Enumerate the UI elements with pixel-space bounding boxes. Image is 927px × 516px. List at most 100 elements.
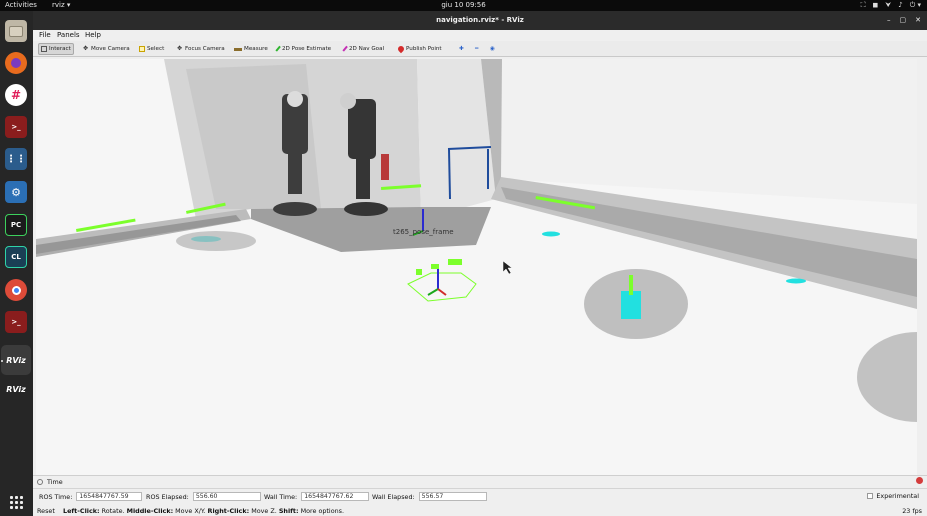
hint-left-key: Left-Click:: [63, 507, 100, 515]
hint-mid-key: Middle-Click:: [126, 507, 174, 515]
minimize-icon[interactable]: –: [887, 11, 891, 30]
tool-2d-pose-estimate[interactable]: 2D Pose Estimate: [275, 43, 333, 55]
costmap-core: [621, 291, 641, 319]
network-tool-icon[interactable]: ⋮⋮: [5, 148, 27, 170]
ros-time-field[interactable]: 1654847767.59: [76, 492, 143, 501]
wall-elapsed-label: Wall Elapsed:: [372, 492, 415, 501]
ros-time-group: ROS Time: 1654847767.59: [39, 492, 143, 501]
gnome-top-bar: Activities rviz ▾ giu 10 09:56 ⛶ ◼ ⮟ ♪ ⏻…: [0, 0, 927, 11]
tool-2d-nav-goal[interactable]: 2D Nav Goal: [342, 43, 386, 55]
tool-2d-pose-estimate-label: 2D Pose Estimate: [282, 46, 332, 52]
ros-elapsed-group: ROS Elapsed: 556.60: [146, 492, 261, 501]
fps-counter: 23 fps: [902, 507, 922, 515]
tool-measure-label: Measure: [244, 46, 268, 52]
hint-right-key: Right-Click:: [207, 507, 250, 515]
laser-point: [629, 275, 633, 295]
terminal-icon[interactable]: >_: [5, 116, 27, 138]
terminal-2-icon[interactable]: >_: [5, 311, 27, 333]
tool-move-camera-label: Move Camera: [91, 46, 130, 52]
hint-left-text: Rotate.: [99, 507, 127, 515]
tool-publish-point[interactable]: Publish Point: [396, 43, 444, 55]
menu-help[interactable]: Help: [85, 30, 101, 41]
running-indicator: [1, 360, 3, 362]
render-3d-view[interactable]: t265_pose_frame: [36, 59, 917, 475]
ros-elapsed-field[interactable]: 556.60: [192, 492, 261, 501]
rviz-2-icon[interactable]: RViz: [5, 378, 27, 400]
show-applications-icon[interactable]: [5, 491, 27, 513]
scene-canvas: [36, 59, 917, 475]
close-icon[interactable]: ✕: [915, 11, 921, 30]
reset-button[interactable]: Reset: [37, 506, 55, 516]
time-panel-title: Time: [47, 478, 63, 486]
firefox-icon[interactable]: [5, 52, 27, 74]
wall-elapsed-field[interactable]: 556.57: [418, 492, 487, 501]
ros-time-label: ROS Time:: [39, 492, 73, 501]
select-icon: [139, 46, 145, 52]
tool-measure[interactable]: Measure: [232, 43, 270, 55]
tool-move-camera[interactable]: ✥ Move Camera: [81, 43, 132, 55]
mouse-hint: Left-Click: Rotate. Middle-Click: Move X…: [63, 506, 344, 516]
menu-panels[interactable]: Panels: [57, 30, 80, 41]
volume-icon[interactable]: ♪: [898, 0, 902, 11]
tool-select[interactable]: Select: [137, 43, 166, 55]
tool-select-label: Select: [147, 46, 165, 52]
hint-shift-text: More options.: [298, 507, 345, 515]
tool-2d-nav-goal-label: 2D Nav Goal: [349, 46, 385, 52]
tool-focus-camera-label: Focus Camera: [185, 46, 225, 52]
maximize-icon[interactable]: ▢: [900, 11, 907, 30]
wall-time-field[interactable]: 1654847767.62: [301, 492, 370, 501]
clion-icon[interactable]: CL: [5, 246, 27, 268]
measure-icon: [234, 47, 242, 51]
move-camera-icon: ✥: [83, 45, 89, 52]
tool-bar: Interact ✥ Move Camera Select ✥ Focus Ca…: [33, 41, 927, 57]
hint-shift-key: Shift:: [278, 507, 299, 515]
tray-icon-2[interactable]: ◼: [872, 0, 878, 11]
fire-extinguisher: [381, 154, 389, 180]
app-gear-icon[interactable]: ⚙: [5, 181, 27, 203]
slack-icon[interactable]: #: [5, 84, 27, 106]
window-titlebar[interactable]: navigation.rviz* - RViz – ▢ ✕: [33, 11, 927, 30]
ros-elapsed-label: ROS Elapsed:: [146, 492, 189, 501]
tool-focus-camera[interactable]: ✥ Focus Camera: [175, 43, 227, 55]
menubar: File Panels Help: [33, 30, 927, 41]
frame-label: t265_pose_frame: [393, 228, 454, 236]
experimental-toggle[interactable]: Experimental: [867, 492, 919, 500]
pose-estimate-icon: [275, 45, 282, 53]
panel-dock-icon[interactable]: [37, 479, 43, 485]
experimental-label: Experimental: [876, 492, 919, 500]
desktop: Activities rviz ▾ giu 10 09:56 ⛶ ◼ ⮟ ♪ ⏻…: [0, 0, 927, 516]
focus-camera-icon: ✥: [177, 45, 183, 52]
rviz-icon[interactable]: RViz: [5, 349, 27, 371]
hint-right-text: Move Z.: [249, 507, 279, 515]
clock[interactable]: giu 10 09:56: [0, 0, 927, 11]
nav-goal-icon: [342, 45, 349, 53]
files-icon[interactable]: [5, 20, 27, 42]
panel-close-icon[interactable]: [916, 477, 923, 484]
interact-icon: [41, 46, 47, 52]
system-tray[interactable]: ⛶ ◼ ⮟ ♪ ⏻ ▾: [861, 0, 921, 11]
experimental-checkbox[interactable]: [867, 493, 874, 499]
window-title: navigation.rviz* - RViz: [436, 16, 524, 24]
inflation-blob-2: [176, 231, 256, 251]
wall-time-label: Wall Time:: [264, 492, 298, 501]
time-panel: Time ROS Time: 1654847767.59 ROS Elapsed…: [33, 475, 927, 516]
tray-icon-1[interactable]: ⛶: [861, 0, 866, 11]
publish-point-icon: [396, 44, 406, 54]
tool-interact-label: Interact: [49, 46, 71, 52]
menu-file[interactable]: File: [39, 30, 51, 41]
divider: [33, 488, 927, 489]
status-bar: Reset Left-Click: Rotate. Middle-Click: …: [33, 506, 927, 516]
network-icon[interactable]: ⮟: [885, 0, 891, 11]
dock: # >_ ⋮⋮ ⚙ PC CL >_ RViz RViz: [0, 11, 33, 516]
rviz-window: navigation.rviz* - RViz – ▢ ✕ File Panel…: [33, 11, 927, 516]
remove-tool-icon[interactable]: ━: [473, 43, 480, 55]
chrome-icon[interactable]: [5, 279, 27, 301]
hint-mid-text: Move X/Y.: [173, 507, 208, 515]
tool-properties-icon[interactable]: ◉: [488, 43, 497, 55]
back-area: [501, 59, 917, 204]
tool-interact[interactable]: Interact: [38, 43, 74, 55]
power-icon[interactable]: ⏻ ▾: [910, 0, 921, 11]
tool-publish-point-label: Publish Point: [406, 46, 442, 52]
pycharm-icon[interactable]: PC: [5, 214, 27, 236]
add-tool-icon[interactable]: ✚: [457, 43, 466, 55]
